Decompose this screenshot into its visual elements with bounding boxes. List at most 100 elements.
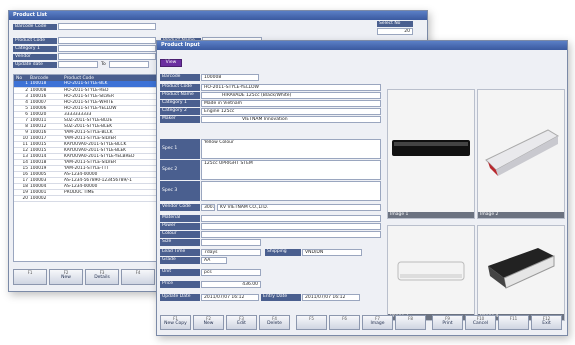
product-image-4[interactable]: Image 4 <box>477 225 565 321</box>
image-2-caption: Image 2 <box>478 212 564 218</box>
spec3-label: Spec 3 <box>160 181 200 201</box>
category1-select[interactable]: Made in Vietnam <box>201 100 381 107</box>
maker-label: Maker <box>160 116 200 123</box>
button-key: F8 <box>408 316 413 321</box>
price-field[interactable]: 436.00 <box>201 281 261 288</box>
vendor-filter[interactable] <box>58 53 156 60</box>
shipping-label: Shipping <box>265 249 301 256</box>
button-label: New Copy <box>164 321 187 326</box>
button-key: F5 <box>309 316 314 321</box>
filter-label-product-code: Product Code <box>13 38 57 44</box>
view-button[interactable]: View <box>160 59 182 67</box>
power-select[interactable] <box>201 223 381 230</box>
filter-label-update-date: Update date <box>13 62 57 68</box>
shipping-select[interactable]: VND/DN <box>302 249 362 256</box>
button-key: F1 <box>27 270 33 275</box>
product-image-2[interactable]: Image 2 <box>477 89 565 219</box>
input-function-button-f2[interactable]: F2 New <box>193 315 224 330</box>
spec3-field[interactable] <box>201 181 381 201</box>
size-select[interactable] <box>201 239 261 246</box>
button-label: Details <box>94 275 110 280</box>
update-date-label: Update Date <box>160 294 200 301</box>
filter-label-vendor: Vendor <box>13 54 57 60</box>
grade-label: Grade <box>160 257 200 264</box>
category2-select[interactable]: Engine 125cc <box>201 108 381 115</box>
price-label: Price <box>160 281 200 288</box>
list-function-button-f2[interactable]: F2 New <box>49 269 83 285</box>
table-row[interactable]: 20 100002 <box>14 195 160 202</box>
barcode-field-label: Barcode <box>160 74 200 81</box>
colour-select[interactable] <box>201 231 381 238</box>
spec2-label: Spec 2 <box>160 160 200 180</box>
split-unit-image <box>488 248 555 289</box>
button-label: Print <box>442 321 453 326</box>
list-function-button-f3[interactable]: F3 Details <box>85 269 119 285</box>
product-table: No Barcode Product Code 1 100018 HO-2011-S… <box>14 75 160 202</box>
product-list-titlebar: Product List <box>9 11 427 20</box>
table-cell-barcode: 100002 <box>28 195 62 202</box>
input-function-button-f6[interactable]: F6 <box>329 315 360 330</box>
air-conditioner-image <box>485 129 560 176</box>
filter-label-category1: Category 1 <box>13 46 57 52</box>
grade-select[interactable]: AA <box>201 257 227 264</box>
input-function-button-f5[interactable]: F5 <box>296 315 327 330</box>
spec1-field[interactable]: Yellow Colour <box>201 139 381 159</box>
product-name-field[interactable]: HIRAVADE 125cc (Black/White) <box>201 92 381 99</box>
button-label: Image <box>370 321 385 326</box>
button-label: New <box>61 275 71 280</box>
button-label: Exit <box>542 321 551 326</box>
update-date-to[interactable] <box>109 61 149 68</box>
input-function-button-f7[interactable]: F7 Image <box>362 315 393 330</box>
input-function-button-f12[interactable]: F12 Exit <box>531 315 562 330</box>
list-function-button-f1[interactable]: F1 <box>13 269 47 285</box>
category1-label: Category 1 <box>160 100 200 107</box>
input-function-button-f8[interactable]: F8 <box>395 315 426 330</box>
vendor-code-label: Vendor Code <box>160 204 200 211</box>
barcode-field[interactable]: 100008 <box>201 74 259 81</box>
unit-select[interactable]: pcs <box>201 269 261 276</box>
select-no-input[interactable]: 20 <box>377 28 413 35</box>
vendor-code-field[interactable]: 3001 <box>201 204 215 211</box>
category1-filter[interactable] <box>58 45 156 52</box>
maker-select[interactable]: VIETNAM Innovation <box>201 116 381 123</box>
select-no-label: Select No <box>377 21 413 27</box>
update-date-field: 2011/07/07 16:12 <box>201 294 259 301</box>
product-image-1[interactable]: Image 1 <box>387 89 475 219</box>
category2-label: Category 2 <box>160 108 200 115</box>
product-input-titlebar: Product Input <box>157 41 567 50</box>
material-label: Material <box>160 215 200 222</box>
button-label: Cancel <box>472 321 489 326</box>
update-date-from[interactable] <box>58 61 98 68</box>
image-1-caption: Image 1 <box>388 212 474 218</box>
button-label: Edit <box>237 321 246 326</box>
product-code-filter[interactable] <box>58 37 156 44</box>
spec1-label: Spec 1 <box>160 139 200 159</box>
vendor-name-field[interactable]: KV VIETNAM CO.,LTD. <box>217 204 381 211</box>
window-title: Product List <box>13 12 48 18</box>
input-function-button-f1[interactable]: F1 New Copy <box>160 315 191 330</box>
product-code-label: Product Code <box>160 84 200 91</box>
material-select[interactable] <box>201 215 381 222</box>
input-function-button-f4[interactable]: F4 Delete <box>259 315 290 330</box>
table-cell-code <box>62 195 160 202</box>
barcode-search-input[interactable] <box>58 23 156 30</box>
size-label: Size <box>160 239 200 246</box>
table-cell-no: 20 <box>14 195 28 202</box>
product-code-field[interactable]: HO-2011-STYLE-YELLOW <box>201 84 381 91</box>
lead-time-select[interactable]: 7days <box>201 249 261 256</box>
list-function-button-f4[interactable]: F4 <box>121 269 155 285</box>
product-name-label: Product Name <box>160 92 200 99</box>
button-key: F6 <box>342 316 347 321</box>
product-image-3[interactable]: Image 3 <box>387 225 475 321</box>
input-function-button-f10[interactable]: F10 Cancel <box>465 315 496 330</box>
input-function-button-f9[interactable]: F9 Print <box>432 315 463 330</box>
spec2-field[interactable]: 125cc UPRIGHT STEM <box>201 160 381 180</box>
input-function-button-f3[interactable]: F3 Edit <box>226 315 257 330</box>
entry-date-field: 2011/07/07 16:12 <box>302 294 360 301</box>
wall-unit-image <box>397 261 465 281</box>
tv-image <box>392 140 470 156</box>
window-title: Product Input <box>161 42 200 48</box>
lead-time-label: Lead Time <box>160 249 200 256</box>
input-function-button-f11[interactable]: F11 <box>498 315 529 330</box>
button-key: F4 <box>135 270 141 275</box>
